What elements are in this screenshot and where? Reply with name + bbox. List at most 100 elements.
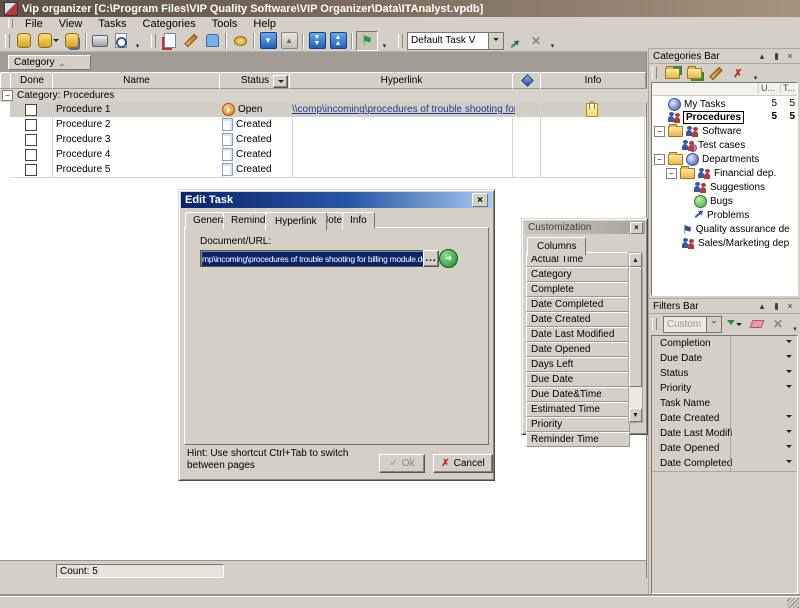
close-icon[interactable]: × — [784, 301, 796, 312]
filter-dropdown-button[interactable] — [782, 337, 796, 349]
cell-done[interactable] — [10, 132, 53, 147]
cell-priority-flag[interactable] — [512, 147, 541, 162]
cell-info[interactable] — [540, 132, 645, 147]
table-row[interactable]: Procedure 3 Created — [10, 132, 646, 148]
save-database-button[interactable] — [62, 32, 82, 50]
browse-button[interactable]: ... — [423, 250, 439, 267]
cell-priority-flag[interactable] — [512, 132, 541, 147]
menu-view[interactable]: View — [52, 17, 90, 31]
customization-titlebar[interactable]: Customization × — [524, 221, 645, 234]
tab-hyperlink[interactable]: Hyperlink — [265, 212, 327, 231]
collapse-node-icon[interactable]: − — [666, 168, 677, 179]
filter-dropdown-button[interactable] — [782, 457, 796, 469]
cell-info[interactable] — [540, 147, 645, 162]
column-item[interactable]: Category — [526, 267, 630, 282]
assign-task-button[interactable] — [202, 32, 222, 50]
column-item[interactable]: Date Opened — [526, 342, 630, 357]
column-header-uncompleted[interactable]: U... — [758, 83, 775, 93]
dialog-titlebar[interactable]: Edit Task × — [181, 192, 492, 208]
done-checkbox[interactable] — [25, 119, 37, 131]
delete-category-button[interactable]: ✗ — [728, 65, 748, 81]
column-item[interactable]: Estimated Time — [526, 402, 630, 417]
done-checkbox[interactable] — [25, 164, 37, 176]
cell-done[interactable] — [10, 162, 53, 177]
tree-item-financial-dep[interactable]: − Financial dep. — [652, 167, 797, 180]
filter-row-date-created[interactable]: Date Created — [652, 411, 797, 427]
apply-filter-button[interactable] — [725, 316, 745, 332]
tab-info[interactable]: Info — [342, 212, 375, 229]
filter-row-date-last-modified[interactable]: Date Last Modifi — [652, 426, 797, 442]
cell-info[interactable] — [540, 102, 645, 117]
pin-icon[interactable] — [770, 301, 782, 312]
toolbar-overflow-button[interactable]: ▾ — [790, 315, 800, 333]
pin-icon[interactable] — [770, 51, 782, 62]
category-group-row[interactable]: − Category: Procedures — [0, 89, 648, 103]
table-row[interactable]: Procedure 4 Created — [10, 147, 646, 163]
tree-item-procedures[interactable]: Procedures 5 5 — [652, 111, 797, 124]
filter-row-due-date[interactable]: Due Date — [652, 351, 797, 367]
toolbar-grip[interactable] — [151, 34, 156, 48]
hyperlink-text[interactable]: \\comp\incoming\procedures of trouble sh… — [292, 104, 515, 115]
table-row[interactable]: Procedure 2 Created — [10, 117, 646, 133]
cell-hyperlink[interactable] — [289, 162, 513, 177]
toolbar-overflow-button[interactable]: ▾ — [132, 32, 143, 50]
open-hyperlink-button[interactable]: ➜ — [439, 249, 458, 268]
menu-categories[interactable]: Categories — [136, 17, 203, 31]
tree-item-sales-marketing[interactable]: Sales/Marketing dep — [652, 237, 797, 250]
filter-row-task-name[interactable]: Task Name — [652, 396, 797, 412]
column-item[interactable]: Complete — [526, 282, 630, 297]
clear-filter-button[interactable] — [748, 316, 766, 332]
column-header-info[interactable]: Info — [540, 72, 646, 89]
expand-all-button[interactable]: ▼▼ — [307, 32, 327, 50]
menu-grip[interactable] — [8, 19, 13, 28]
cell-status[interactable]: Created — [219, 117, 293, 132]
cell-info[interactable] — [540, 117, 645, 132]
cell-status[interactable]: Open — [219, 102, 293, 117]
column-item[interactable]: Days Left — [526, 357, 630, 372]
scrollbar[interactable]: ▲ ▼ — [628, 252, 643, 423]
filter-row-completion[interactable]: Completion — [652, 336, 797, 352]
move-down-button[interactable]: ▼ — [258, 32, 278, 50]
column-item[interactable]: Priority — [526, 417, 630, 432]
tab-columns[interactable]: Columns — [527, 237, 586, 256]
attachment-icon[interactable] — [586, 103, 598, 117]
cell-name[interactable]: Procedure 2 — [52, 117, 224, 132]
task-view-combobox[interactable]: Default Task V — [407, 32, 504, 50]
collapse-group-icon[interactable]: − — [2, 90, 13, 101]
close-icon[interactable]: × — [784, 51, 796, 62]
collapse-node-icon[interactable]: − — [654, 154, 665, 165]
menu-file[interactable]: File — [18, 17, 50, 31]
open-database-button[interactable] — [35, 32, 61, 50]
filter-row-date-opened[interactable]: Date Opened — [652, 441, 797, 457]
cell-priority-flag[interactable] — [512, 162, 541, 177]
close-icon[interactable]: × — [630, 222, 643, 234]
column-item[interactable]: Date Completed — [526, 297, 630, 312]
new-task-button[interactable] — [160, 32, 180, 50]
column-item[interactable]: Due Date&Time — [526, 387, 630, 402]
cell-done[interactable] — [10, 117, 53, 132]
chevron-down-icon[interactable] — [706, 317, 721, 332]
cell-status[interactable]: Created — [219, 147, 293, 162]
column-header-priority-flag[interactable] — [512, 72, 542, 89]
tree-item-my-tasks[interactable]: My Tasks 5 5 — [652, 98, 797, 111]
print-button[interactable] — [90, 32, 110, 50]
cell-info[interactable] — [540, 162, 645, 177]
column-header-name[interactable]: Name — [52, 72, 221, 89]
filter-dropdown-button[interactable] — [782, 442, 796, 454]
column-item[interactable]: Date Last Modified — [526, 327, 630, 342]
filter-row-status[interactable]: Status — [652, 366, 797, 382]
table-row[interactable]: Procedure 5 Created — [10, 162, 646, 178]
filter-row-date-completed[interactable]: Date Completed — [652, 456, 797, 472]
add-subcategory-button[interactable] — [684, 65, 704, 81]
resize-grip[interactable] — [787, 598, 799, 608]
column-header-done[interactable]: Done — [10, 72, 54, 89]
apply-view-button[interactable] — [505, 32, 525, 50]
filter-dropdown-button[interactable] — [782, 412, 796, 424]
edit-category-button[interactable] — [706, 65, 726, 81]
cell-hyperlink[interactable] — [289, 132, 513, 147]
scroll-down-button[interactable]: ▼ — [629, 408, 642, 422]
menu-help[interactable]: Help — [246, 17, 283, 31]
print-preview-button[interactable] — [111, 32, 131, 50]
cell-priority-flag[interactable] — [512, 117, 541, 132]
done-checkbox[interactable] — [25, 149, 37, 161]
